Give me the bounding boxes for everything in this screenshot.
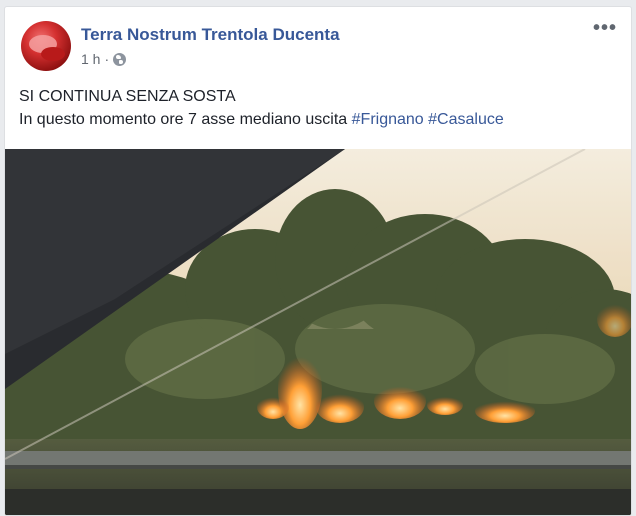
hashtag-frignano[interactable]: #Frignano bbox=[352, 111, 424, 128]
post-card: Terra Nostrum Trentola Ducenta 1 h · •••… bbox=[4, 6, 632, 516]
post-photo[interactable] bbox=[5, 149, 631, 515]
post-timestamp[interactable]: 1 h bbox=[81, 51, 100, 67]
post-message: SI CONTINUA SENZA SOSTA In questo moment… bbox=[19, 85, 617, 131]
more-options-icon[interactable]: ••• bbox=[593, 18, 617, 38]
post-text-body: In questo momento ore 7 asse mediano usc… bbox=[19, 111, 348, 128]
page-avatar[interactable] bbox=[21, 21, 71, 71]
globe-icon[interactable] bbox=[113, 52, 127, 66]
separator-dot: · bbox=[104, 51, 110, 67]
avatar-shape bbox=[41, 47, 65, 61]
post-meta: 1 h · bbox=[81, 51, 127, 67]
hashtag-casaluce[interactable]: #Casaluce bbox=[428, 111, 504, 128]
post-text-line-1: SI CONTINUA SENZA SOSTA bbox=[19, 88, 236, 105]
post-text-line-2: In questo momento ore 7 asse mediano usc… bbox=[19, 108, 617, 131]
page-name-link[interactable]: Terra Nostrum Trentola Ducenta bbox=[81, 25, 340, 45]
fire-photo-image bbox=[5, 149, 631, 515]
